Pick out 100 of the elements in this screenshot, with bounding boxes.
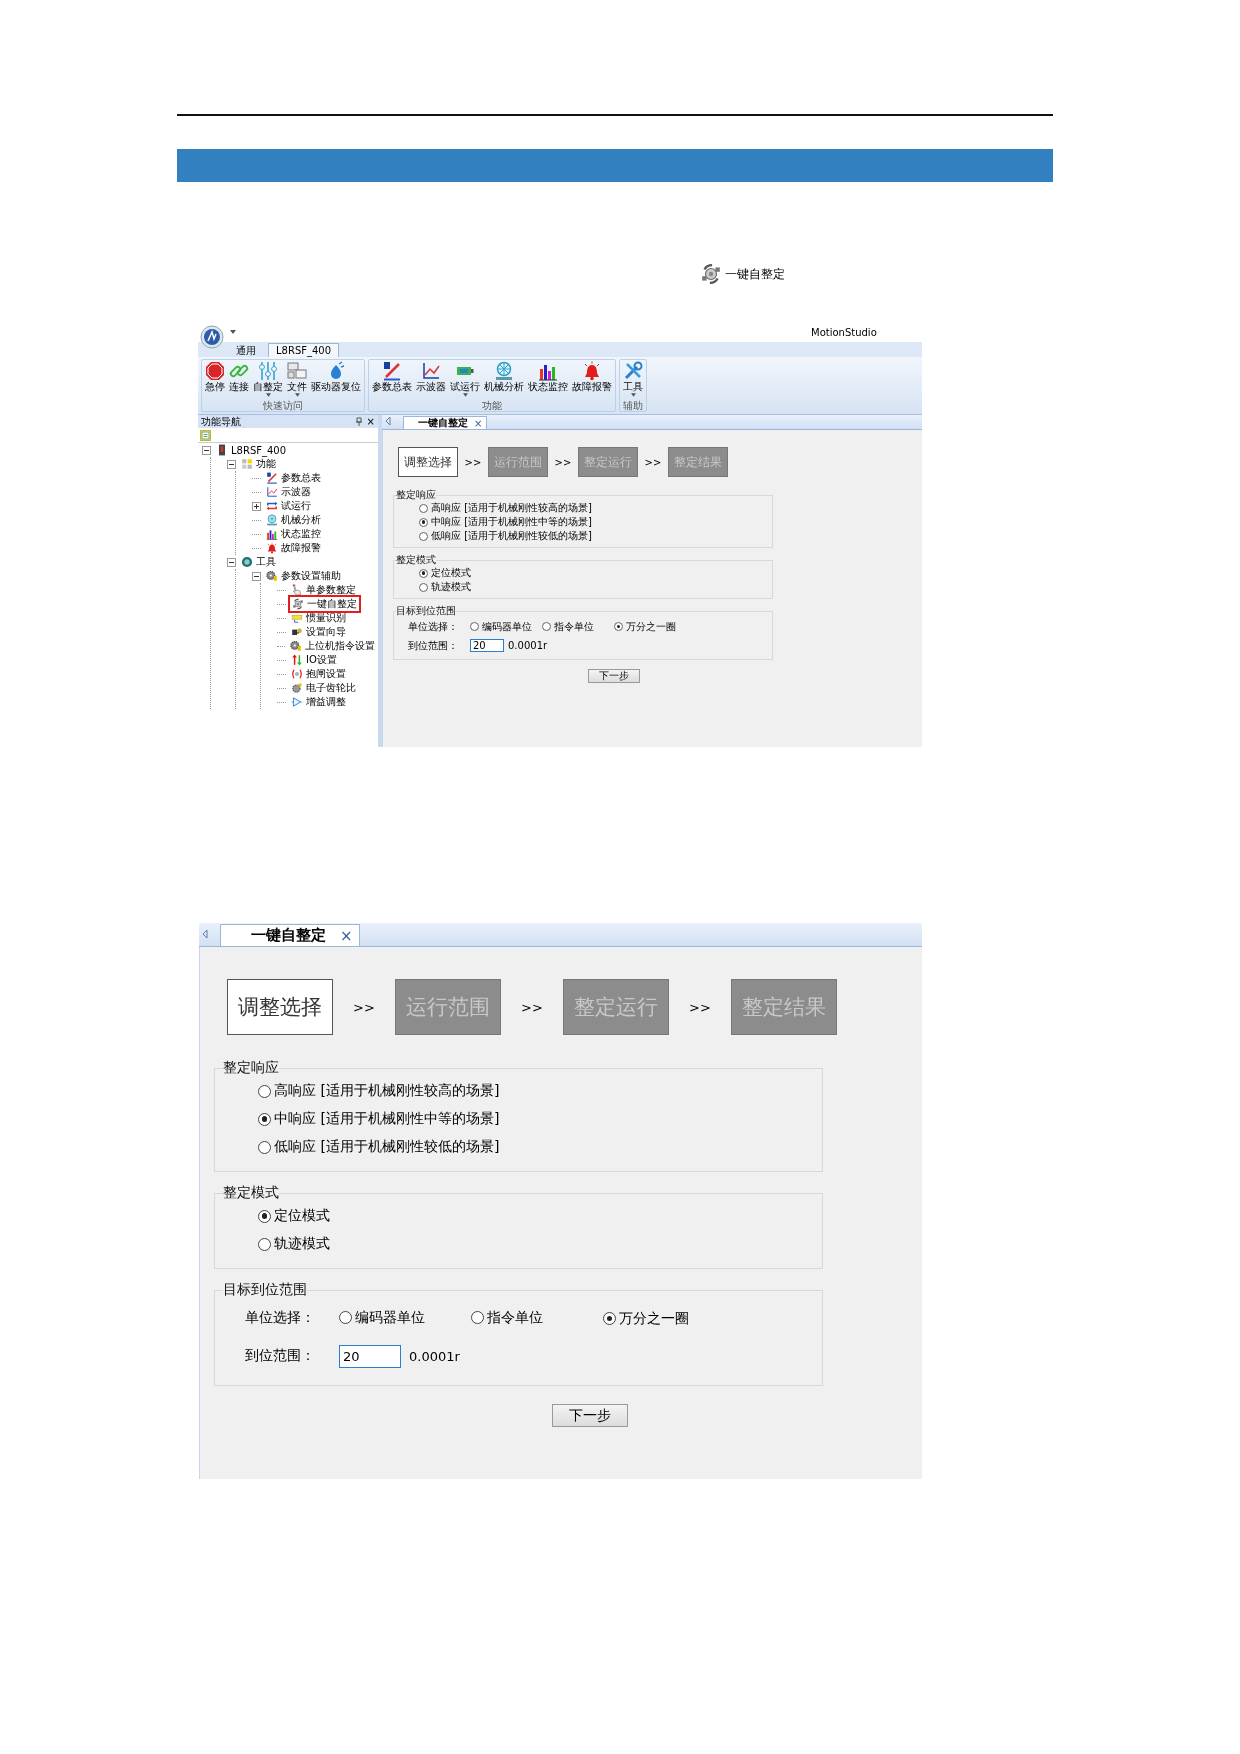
tree-item[interactable]: 一键自整定 [288, 595, 361, 613]
toolbar-button[interactable]: 试运行 [450, 360, 480, 400]
toolbar-button[interactable]: 驱动器复位 [311, 360, 361, 400]
toolbar-button[interactable]: 文件 [287, 360, 307, 400]
toolbar-button[interactable] [200, 429, 211, 441]
collapse-icon[interactable] [227, 459, 236, 469]
radio-button[interactable] [258, 1237, 271, 1251]
toolbar-button[interactable]: 急停 [205, 360, 225, 400]
document-tab[interactable]: 一键自整定 × [403, 416, 488, 429]
group-label: 辅助 [623, 400, 643, 411]
radio-option[interactable]: 定位模式 [258, 1207, 330, 1225]
ribbon-tab[interactable]: 通用 [228, 343, 264, 357]
toolbar-button[interactable]: 故障报警 [572, 360, 612, 400]
radio-button[interactable] [258, 1140, 271, 1154]
radio-option[interactable]: 高响应 [适用于机械刚性较高的场景] [419, 501, 592, 515]
tree-item[interactable]: 试运行 [263, 498, 314, 514]
scroll-left-icon[interactable] [202, 929, 208, 939]
group-title: 目标到位范围 [223, 1281, 307, 1299]
radio-button[interactable] [258, 1209, 271, 1223]
tree-item[interactable]: 电子齿轮比 [288, 680, 359, 696]
chart-axes-icon [266, 486, 278, 498]
radio-option[interactable]: 轨迹模式 [258, 1235, 330, 1253]
radio-option[interactable]: 高响应 [适用于机械刚性较高的场景] [258, 1082, 500, 1100]
wheel-icon [266, 514, 278, 526]
radio-button[interactable] [258, 1084, 271, 1098]
collapse-icon[interactable] [252, 571, 261, 581]
radio-option[interactable]: 指令单位 [542, 619, 594, 634]
toolbar-button[interactable]: 参数总表 [372, 360, 412, 400]
radio-button[interactable] [419, 568, 428, 578]
tree-item[interactable]: 机械分析 [263, 512, 324, 528]
radio-button[interactable] [542, 622, 551, 631]
next-button[interactable]: 下一步 [588, 669, 640, 683]
radio-button[interactable] [339, 1311, 352, 1325]
radio-button[interactable] [258, 1112, 271, 1126]
tree-item[interactable]: 参数设置辅助 [263, 568, 344, 584]
toolbar-button[interactable]: 状态监控 [528, 360, 568, 400]
range-input[interactable]: 20 [339, 1344, 401, 1368]
tree-item[interactable]: IO设置 [288, 652, 340, 668]
tree-item[interactable]: 抱闸设置 [288, 666, 349, 682]
tree-item[interactable]: 故障报警 [263, 540, 324, 556]
close-button[interactable]: × [474, 417, 483, 429]
radio-option[interactable]: 指令单位 [471, 1308, 543, 1327]
radio-option[interactable]: 中响应 [适用于机械刚性中等的场景] [258, 1110, 500, 1128]
dropdown-caret-icon[interactable] [230, 329, 236, 335]
collapse-icon[interactable] [227, 557, 236, 567]
pin-icon[interactable] [354, 417, 363, 426]
pencil-icon [382, 361, 402, 381]
next-button[interactable]: 下一步 [552, 1404, 628, 1427]
close-button[interactable]: × [340, 926, 353, 945]
radio-button[interactable] [419, 531, 428, 541]
tree-item[interactable]: 单参数整定 [288, 582, 359, 598]
tree-item[interactable]: L8RSF_400 [213, 443, 290, 457]
tree-item[interactable]: 功能 [238, 456, 279, 472]
scroll-left-icon[interactable] [385, 416, 391, 426]
tree-item[interactable]: 上位机指令设置 [287, 638, 378, 654]
tree-item[interactable]: 增益调整 [288, 694, 349, 710]
tuning-icon [292, 598, 304, 610]
radio-button[interactable] [603, 1312, 616, 1326]
radio-button[interactable] [471, 1311, 484, 1325]
step-separator: >> [688, 999, 712, 1015]
gears-icon [266, 570, 278, 582]
tree-item[interactable]: 状态监控 [263, 526, 324, 542]
bell-icon [266, 542, 278, 554]
radio-button[interactable] [470, 622, 479, 631]
radio-button[interactable] [419, 582, 428, 592]
radio-button[interactable] [614, 622, 623, 632]
radio-button[interactable] [419, 517, 428, 527]
step-tab[interactable]: 调整选择 [227, 979, 333, 1035]
tree-item[interactable]: 设置向导 [288, 624, 349, 640]
ribbon-tab[interactable]: L8RSF_400 [268, 343, 340, 357]
radio-button[interactable] [419, 503, 428, 513]
expand-icon[interactable] [252, 501, 261, 511]
radio-option[interactable]: 定位模式 [419, 566, 471, 580]
radio-option[interactable]: 万分之一圈 [603, 1309, 689, 1328]
document-tab[interactable]: 一键自整定 × [220, 924, 360, 946]
radio-option[interactable]: 编码器单位 [339, 1308, 425, 1327]
menu-item-label: 一键自整定 [725, 265, 785, 283]
radio-option[interactable]: 万分之一圈 [614, 619, 676, 634]
bar-chart-icon [266, 528, 278, 540]
tree-item[interactable]: 参数总表 [263, 470, 324, 486]
collapse-icon[interactable] [202, 445, 211, 455]
toolbar-button[interactable]: 工具 [623, 360, 643, 400]
toolbar-button[interactable]: 连接 [229, 360, 249, 400]
loop-arrows-icon [266, 500, 278, 512]
radio-option[interactable]: 编码器单位 [470, 619, 532, 634]
toolbar-button[interactable]: 机械分析 [484, 360, 524, 400]
toolbar-button[interactable]: 示波器 [416, 360, 446, 400]
close-button[interactable]: × [366, 415, 375, 428]
range-input[interactable]: 20 [470, 639, 504, 652]
step-tab[interactable]: 调整选择 [398, 447, 458, 477]
radio-option[interactable]: 中响应 [适用于机械刚性中等的场景] [419, 515, 592, 529]
tree-item[interactable]: 惯量识别 [288, 610, 349, 626]
toolbar-button[interactable]: 自整定 [253, 360, 283, 400]
radio-option[interactable]: 轨迹模式 [419, 580, 471, 594]
group-title: 整定响应 [223, 1059, 279, 1077]
radio-option[interactable]: 低响应 [适用于机械刚性较低的场景] [258, 1138, 500, 1156]
tree-item[interactable]: 工具 [238, 554, 279, 570]
tree-item[interactable]: 示波器 [263, 484, 314, 500]
radio-option[interactable]: 低响应 [适用于机械刚性较低的场景] [419, 529, 592, 543]
unit-label: 0.0001r [508, 640, 548, 651]
